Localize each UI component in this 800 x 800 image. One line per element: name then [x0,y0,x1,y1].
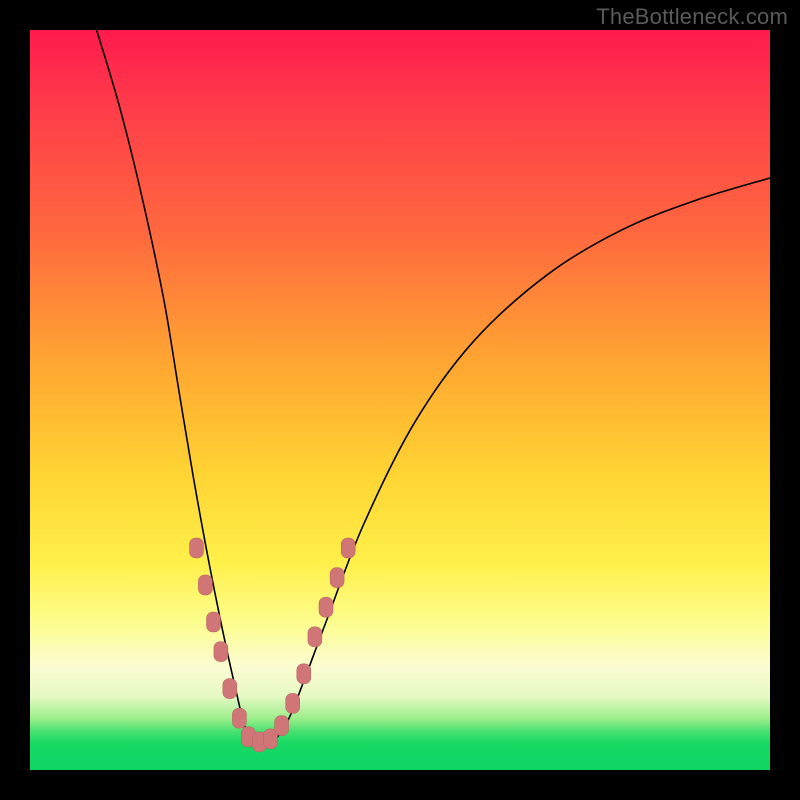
data-marker [232,708,246,728]
data-marker [207,612,221,632]
data-marker [341,538,355,558]
data-marker [330,568,344,588]
marker-layer [190,538,356,752]
data-marker [319,597,333,617]
watermark-text: TheBottleneck.com [596,4,788,30]
data-marker [286,693,300,713]
data-marker [297,664,311,684]
data-marker [190,538,204,558]
chart-frame: TheBottleneck.com [0,0,800,800]
data-marker [214,642,228,662]
chart-svg [30,30,770,770]
plot-area [30,30,770,770]
data-marker [198,575,212,595]
data-marker [275,716,289,736]
bottleneck-curve [97,30,770,744]
data-marker [223,679,237,699]
data-marker [308,627,322,647]
